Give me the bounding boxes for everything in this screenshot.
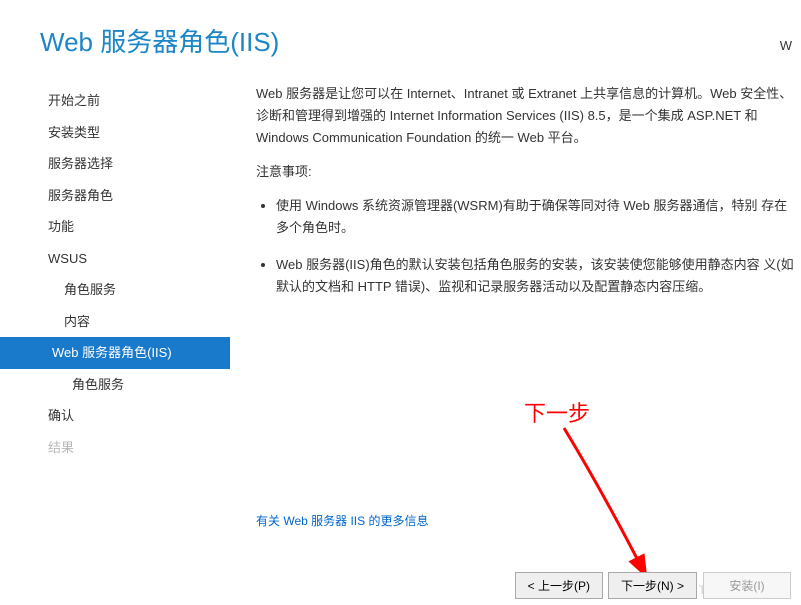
wizard-content: Web 服务器是让您可以在 Internet、Intranet 或 Extran… bbox=[230, 77, 801, 557]
wizard-footer: < 上一步(P) 下一步(N) > 安装(I) bbox=[515, 572, 791, 599]
header-side-text: W bbox=[780, 38, 792, 53]
nav-item-server-roles[interactable]: 服务器角色 bbox=[0, 180, 230, 212]
nav-item-features[interactable]: 功能 bbox=[0, 211, 230, 243]
notice-item-default-install: Web 服务器(IIS)角色的默认安装包括角色服务的安装，该安装使您能够使用静态… bbox=[276, 254, 795, 298]
notice-item-wsrm: 使用 Windows 系统资源管理器(WSRM)有助于确保等同对待 Web 服务… bbox=[276, 195, 795, 239]
nav-item-wsus[interactable]: WSUS bbox=[0, 243, 230, 275]
nav-item-web-server-role-iis[interactable]: Web 服务器角色(IIS) bbox=[0, 337, 230, 369]
intro-paragraph: Web 服务器是让您可以在 Internet、Intranet 或 Extran… bbox=[256, 83, 795, 149]
nav-item-install-type[interactable]: 安装类型 bbox=[0, 117, 230, 149]
wizard-header: Web 服务器角色(IIS) bbox=[0, 0, 801, 77]
nav-item-wsus-role-services[interactable]: 角色服务 bbox=[0, 274, 230, 306]
next-button[interactable]: 下一步(N) > bbox=[608, 572, 697, 599]
nav-item-before-you-begin[interactable]: 开始之前 bbox=[0, 85, 230, 117]
notice-title: 注意事项: bbox=[256, 161, 795, 183]
nav-item-results: 结果 bbox=[0, 432, 230, 464]
prev-button[interactable]: < 上一步(P) bbox=[515, 572, 603, 599]
notice-list: 使用 Windows 系统资源管理器(WSRM)有助于确保等同对待 Web 服务… bbox=[256, 195, 795, 297]
nav-item-confirm[interactable]: 确认 bbox=[0, 400, 230, 432]
more-info-link[interactable]: 有关 Web 服务器 IIS 的更多信息 bbox=[256, 511, 428, 531]
page-title: Web 服务器角色(IIS) bbox=[40, 22, 801, 59]
wizard-body: 开始之前 安装类型 服务器选择 服务器角色 功能 WSUS 角色服务 内容 We… bbox=[0, 77, 801, 557]
nav-item-iis-role-services[interactable]: 角色服务 bbox=[0, 369, 230, 401]
install-button: 安装(I) bbox=[703, 572, 791, 599]
nav-item-wsus-content[interactable]: 内容 bbox=[0, 306, 230, 338]
wizard-sidebar: 开始之前 安装类型 服务器选择 服务器角色 功能 WSUS 角色服务 内容 We… bbox=[0, 77, 230, 557]
nav-item-server-select[interactable]: 服务器选择 bbox=[0, 148, 230, 180]
